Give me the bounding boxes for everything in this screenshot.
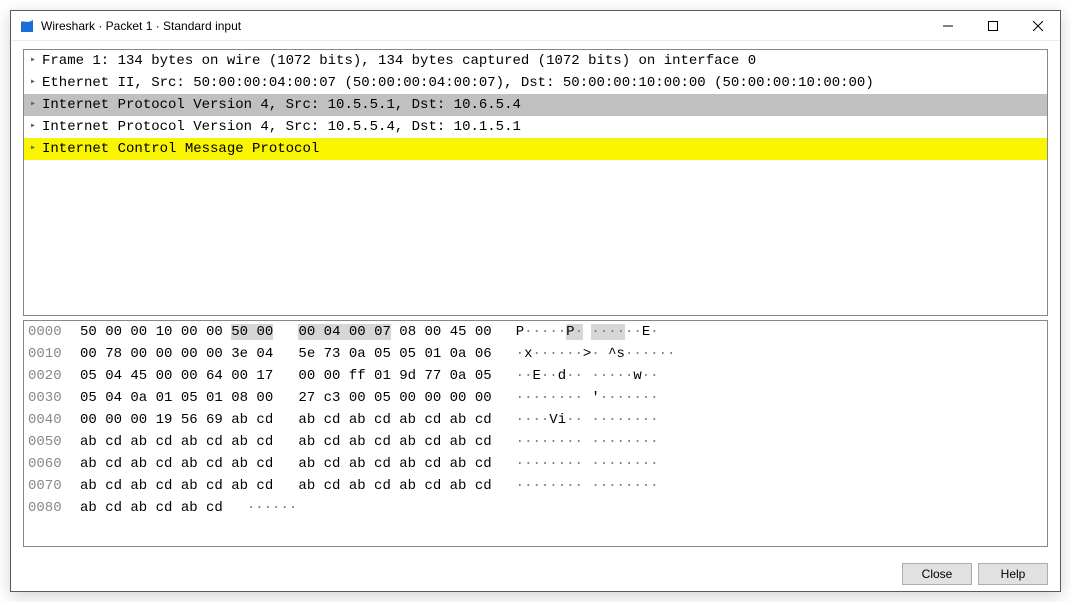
hex-offset: 0060 xyxy=(28,453,80,475)
wireshark-fin-icon xyxy=(19,18,35,34)
hex-bytes: ab cd ab cd ab cd ab cd ab cd ab cd ab c… xyxy=(80,475,492,497)
hex-ascii: ··E··d·· ·····w·· xyxy=(492,365,659,387)
titlebar: Wireshark · Packet 1 · Standard input xyxy=(11,11,1060,41)
protocol-tree-label: Internet Control Message Protocol xyxy=(40,138,319,160)
close-button[interactable]: Close xyxy=(902,563,972,585)
hex-ascii: ·x······>· ^s······ xyxy=(492,343,676,365)
close-window-button[interactable] xyxy=(1015,11,1060,40)
hex-bytes: 00 00 00 19 56 69 ab cd ab cd ab cd ab c… xyxy=(80,409,492,431)
hex-ascii: ········ ········ xyxy=(492,475,659,497)
hex-ascii: ········ '······· xyxy=(492,387,659,409)
chevron-right-icon[interactable]: ▸ xyxy=(26,94,40,116)
chevron-right-icon[interactable]: ▸ xyxy=(26,138,40,160)
hex-row[interactable]: 003005 04 0a 01 05 01 08 00 27 c3 00 05 … xyxy=(24,387,1047,409)
protocol-tree-row[interactable]: ▸Frame 1: 134 bytes on wire (1072 bits),… xyxy=(24,50,1047,72)
help-button[interactable]: Help xyxy=(978,563,1048,585)
hex-row[interactable]: 0070ab cd ab cd ab cd ab cd ab cd ab cd … xyxy=(24,475,1047,497)
hex-row[interactable]: 000050 00 00 10 00 00 50 00 00 04 00 07 … xyxy=(24,321,1047,343)
maximize-button[interactable] xyxy=(970,11,1015,40)
protocol-tree-label: Ethernet II, Src: 50:00:00:04:00:07 (50:… xyxy=(40,72,874,94)
hex-offset: 0070 xyxy=(28,475,80,497)
hex-ascii: P·····P· ······E· xyxy=(492,321,659,343)
hex-offset: 0030 xyxy=(28,387,80,409)
hex-offset: 0050 xyxy=(28,431,80,453)
hex-offset: 0020 xyxy=(28,365,80,387)
hex-ascii: ····Vi·· ········ xyxy=(492,409,659,431)
minimize-button[interactable] xyxy=(925,11,970,40)
chevron-right-icon[interactable]: ▸ xyxy=(26,116,40,138)
hex-offset: 0040 xyxy=(28,409,80,431)
chevron-right-icon[interactable]: ▸ xyxy=(26,72,40,94)
hex-row[interactable]: 0050ab cd ab cd ab cd ab cd ab cd ab cd … xyxy=(24,431,1047,453)
hex-row[interactable]: 001000 78 00 00 00 00 3e 04 5e 73 0a 05 … xyxy=(24,343,1047,365)
hex-ascii: ········ ········ xyxy=(492,453,659,475)
hex-row[interactable]: 0060ab cd ab cd ab cd ab cd ab cd ab cd … xyxy=(24,453,1047,475)
hex-row[interactable]: 002005 04 45 00 00 64 00 17 00 00 ff 01 … xyxy=(24,365,1047,387)
chevron-right-icon[interactable]: ▸ xyxy=(26,50,40,72)
hex-ascii: ······ xyxy=(223,497,297,519)
window-buttons xyxy=(925,11,1060,40)
hex-offset: 0010 xyxy=(28,343,80,365)
hex-bytes: 05 04 45 00 00 64 00 17 00 00 ff 01 9d 7… xyxy=(80,365,492,387)
hex-offset: 0000 xyxy=(28,321,80,343)
hex-bytes: ab cd ab cd ab cd ab cd ab cd ab cd ab c… xyxy=(80,453,492,475)
hex-row[interactable]: 0080ab cd ab cd ab cd······ xyxy=(24,497,1047,519)
protocol-tree-row[interactable]: ▸Internet Control Message Protocol xyxy=(24,138,1047,160)
hex-ascii: ········ ········ xyxy=(492,431,659,453)
hex-bytes: 05 04 0a 01 05 01 08 00 27 c3 00 05 00 0… xyxy=(80,387,492,409)
protocol-tree-label: Frame 1: 134 bytes on wire (1072 bits), … xyxy=(40,50,756,72)
protocol-tree-row[interactable]: ▸Ethernet II, Src: 50:00:00:04:00:07 (50… xyxy=(24,72,1047,94)
protocol-tree-row[interactable]: ▸Internet Protocol Version 4, Src: 10.5.… xyxy=(24,116,1047,138)
hex-bytes: 00 78 00 00 00 00 3e 04 5e 73 0a 05 05 0… xyxy=(80,343,492,365)
wireshark-packet-window: Wireshark · Packet 1 · Standard input ▸F… xyxy=(10,10,1061,592)
window-title: Wireshark · Packet 1 · Standard input xyxy=(41,19,925,33)
hex-bytes: ab cd ab cd ab cd xyxy=(80,497,223,519)
protocol-tree-row[interactable]: ▸Internet Protocol Version 4, Src: 10.5.… xyxy=(24,94,1047,116)
hex-row[interactable]: 004000 00 00 19 56 69 ab cd ab cd ab cd … xyxy=(24,409,1047,431)
hex-bytes: 50 00 00 10 00 00 50 00 00 04 00 07 08 0… xyxy=(80,321,492,343)
protocol-tree-label: Internet Protocol Version 4, Src: 10.5.5… xyxy=(40,94,521,116)
protocol-tree-pane[interactable]: ▸Frame 1: 134 bytes on wire (1072 bits),… xyxy=(23,49,1048,316)
content-area: ▸Frame 1: 134 bytes on wire (1072 bits),… xyxy=(11,41,1060,557)
footer-bar: Close Help xyxy=(11,557,1060,591)
hex-offset: 0080 xyxy=(28,497,80,519)
hex-dump-pane[interactable]: 000050 00 00 10 00 00 50 00 00 04 00 07 … xyxy=(23,320,1048,547)
protocol-tree-label: Internet Protocol Version 4, Src: 10.5.5… xyxy=(40,116,521,138)
hex-bytes: ab cd ab cd ab cd ab cd ab cd ab cd ab c… xyxy=(80,431,492,453)
